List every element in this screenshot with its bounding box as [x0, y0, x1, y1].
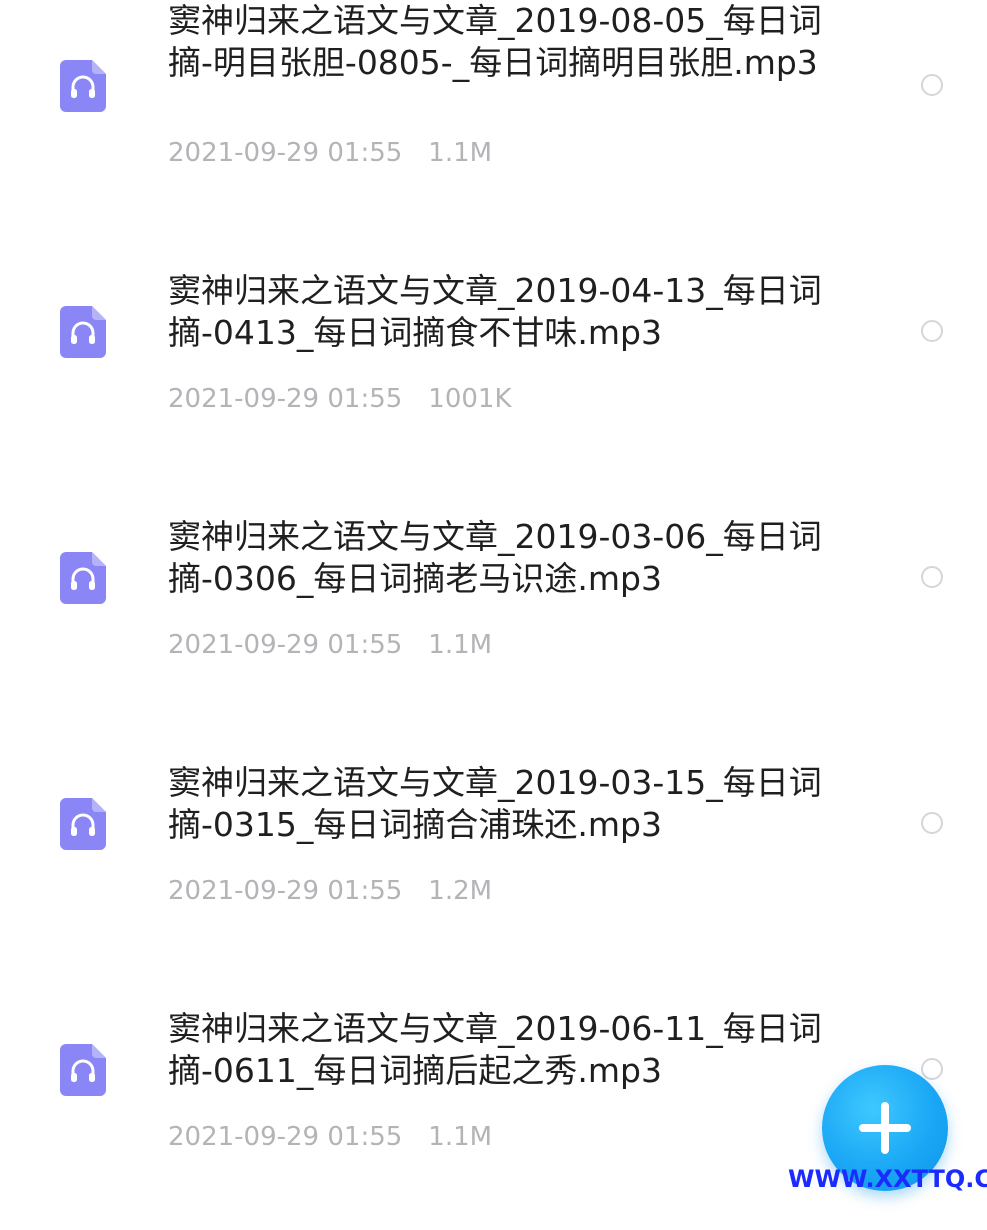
file-date: 2021-09-29 01:55	[168, 630, 403, 660]
select-radio[interactable]	[921, 74, 943, 96]
file-date: 2021-09-29 01:55	[168, 138, 403, 168]
select-radio[interactable]	[921, 812, 943, 834]
file-size: 1.2M	[428, 876, 493, 906]
file-row[interactable]: 窦神归来之语文与文章_2019-08-05_每日词摘-明目张胆-0805-_每日…	[0, 0, 987, 246]
audio-file-icon	[60, 60, 106, 112]
file-meta: 2021-09-29 01:55 1.1M	[168, 630, 492, 660]
file-name: 窦神归来之语文与文章_2019-03-15_每日词摘-0315_每日词摘合浦珠还…	[168, 763, 822, 844]
file-row[interactable]: 窦神归来之语文与文章_2019-04-13_每日词摘-0413_每日词摘食不甘味…	[0, 246, 987, 492]
file-row[interactable]: 窦神归来之语文与文章_2019-03-06_每日词摘-0306_每日词摘老马识途…	[0, 492, 987, 738]
watermark: WWW.XXTTQ.COM	[788, 1165, 987, 1193]
file-meta: 2021-09-29 01:55 1.1M	[168, 1122, 492, 1152]
file-size: 1.1M	[428, 1122, 493, 1152]
select-radio[interactable]	[921, 320, 943, 342]
audio-file-icon	[60, 306, 106, 358]
file-row[interactable]: 窦神归来之语文与文章_2019-03-15_每日词摘-0315_每日词摘合浦珠还…	[0, 738, 987, 984]
file-meta: 2021-09-29 01:55 1001K	[168, 384, 512, 414]
audio-file-icon	[60, 798, 106, 850]
audio-file-icon	[60, 1044, 106, 1096]
plus-icon	[859, 1102, 911, 1154]
audio-file-icon	[60, 552, 106, 604]
file-size: 1.1M	[428, 630, 493, 660]
file-name: 窦神归来之语文与文章_2019-06-11_每日词摘-0611_每日词摘后起之秀…	[168, 1009, 822, 1090]
file-date: 2021-09-29 01:55	[168, 876, 403, 906]
file-list: 窦神归来之语文与文章_2019-08-05_每日词摘-明目张胆-0805-_每日…	[0, 0, 987, 1200]
file-date: 2021-09-29 01:55	[168, 1122, 403, 1152]
file-meta: 2021-09-29 01:55 1.2M	[168, 876, 492, 906]
file-meta: 2021-09-29 01:55 1.1M	[168, 138, 492, 168]
select-radio[interactable]	[921, 1058, 943, 1080]
file-size: 1001K	[428, 384, 512, 414]
file-name: 窦神归来之语文与文章_2019-04-13_每日词摘-0413_每日词摘食不甘味…	[168, 271, 822, 352]
file-name: 窦神归来之语文与文章_2019-03-06_每日词摘-0306_每日词摘老马识途…	[168, 517, 822, 598]
select-radio[interactable]	[921, 566, 943, 588]
file-date: 2021-09-29 01:55	[168, 384, 403, 414]
file-size: 1.1M	[428, 138, 493, 168]
file-name: 窦神归来之语文与文章_2019-08-05_每日词摘-明目张胆-0805-_每日…	[168, 1, 822, 82]
